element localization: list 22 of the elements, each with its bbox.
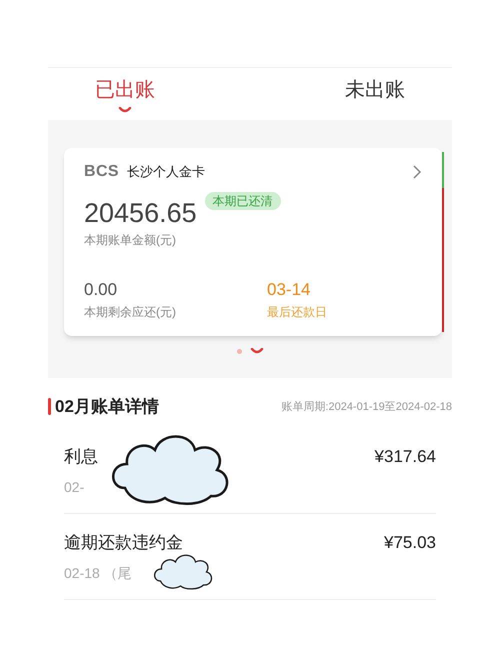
item-name: 利息	[64, 446, 98, 468]
item-amount: ¥75.03	[384, 532, 436, 554]
bill-card[interactable]: BCS 长沙个人金卡 20456.65 本期已还清 本期账单金额(元) 0.00 本期剩余应还(元) 03-14 最后还款日	[64, 148, 442, 336]
smile-indicator-icon	[118, 106, 132, 114]
item-amount: ¥317.64	[374, 446, 436, 468]
bank-logo: BCS	[84, 162, 119, 182]
section-title: 02月账单详情	[55, 396, 159, 418]
remaining-label: 本期剩余应还(元)	[84, 304, 177, 320]
status-badge: 本期已还清	[204, 192, 281, 210]
due-date: 03-14	[267, 279, 312, 301]
card-name: 长沙个人金卡	[126, 163, 205, 182]
due-date-label: 最后还款日	[267, 304, 327, 320]
tab[interactable]: 已出账	[95, 74, 155, 104]
item-date: 02-18 （尾	[64, 564, 133, 583]
bill-period: 账单周期:2024-01-19至2024-02-18	[281, 400, 452, 414]
item-name: 逾期还款违约金	[64, 532, 183, 554]
chevron-right-icon	[413, 165, 422, 179]
tab[interactable]: 未出账	[345, 74, 405, 104]
amount-label: 本期账单金额(元)	[84, 232, 177, 249]
bill-amount: 20456.65	[84, 200, 197, 227]
remaining-amount: 0.00	[84, 279, 118, 301]
item-date: 02-	[64, 478, 86, 497]
